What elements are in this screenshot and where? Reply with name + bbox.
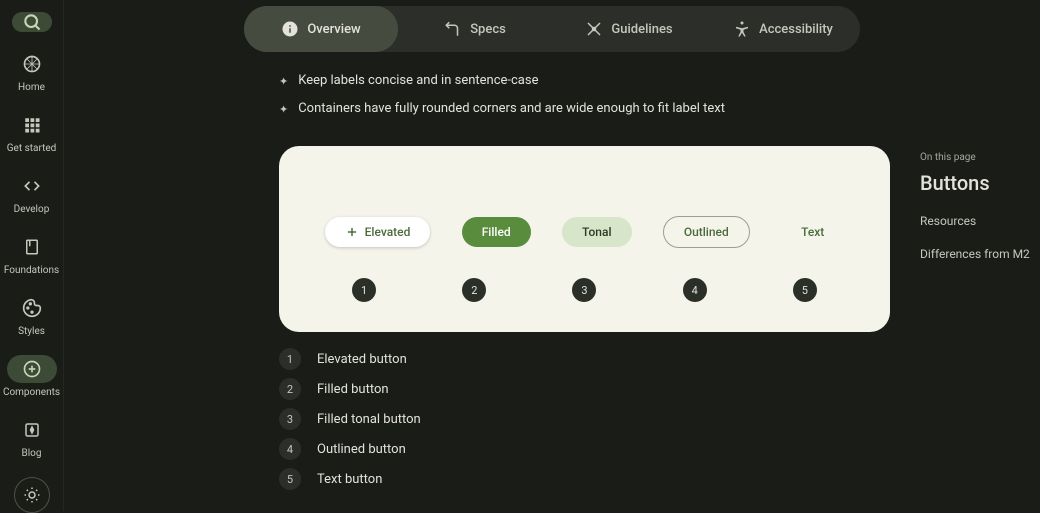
legend-text: Filled tonal button xyxy=(317,412,421,427)
sidebar-item-label: Styles xyxy=(18,326,45,337)
example-button-row: Elevated Filled Tonal Outlined Text xyxy=(309,216,860,248)
tab-overview[interactable]: Overview xyxy=(244,6,398,52)
pages-icon xyxy=(20,418,44,442)
toc-title: Buttons xyxy=(920,171,1030,195)
tab-label: Guidelines xyxy=(611,22,672,37)
legend-text: Filled button xyxy=(317,382,389,397)
plus-icon xyxy=(345,225,359,239)
number-badge: 1 xyxy=(352,278,376,302)
legend-num: 4 xyxy=(279,438,301,460)
legend: 1 Elevated button 2 Filled button 3 Fill… xyxy=(279,348,890,490)
tab-specs[interactable]: Specs xyxy=(398,6,552,52)
content: ✦ Keep labels concise and in sentence-ca… xyxy=(64,52,920,511)
sidebar: Home Get started Develop Foundations Sty… xyxy=(0,0,64,511)
code-icon xyxy=(20,174,44,198)
specs-icon xyxy=(444,20,462,38)
bullet-item: ✦ Keep labels concise and in sentence-ca… xyxy=(279,72,890,90)
sidebar-item-get-started[interactable]: Get started xyxy=(7,111,57,154)
design-icon xyxy=(585,20,603,38)
tab-label: Accessibility xyxy=(759,22,833,37)
legend-item: 2 Filled button xyxy=(279,378,890,400)
number-badge: 3 xyxy=(572,278,596,302)
palette-icon xyxy=(20,296,44,320)
number-badge: 5 xyxy=(793,278,817,302)
toc-label: On this page xyxy=(920,152,1030,163)
toc-link-differences[interactable]: Differences from M2 xyxy=(920,246,1030,263)
legend-num: 5 xyxy=(279,468,301,490)
legend-text: Outlined button xyxy=(317,442,406,457)
button-label: Tonal xyxy=(582,225,612,239)
sidebar-item-label: Foundations xyxy=(4,265,59,276)
tab-label: Specs xyxy=(470,22,506,37)
button-label: Text xyxy=(801,225,824,239)
tonal-button-example[interactable]: Tonal xyxy=(562,217,632,247)
bullet-list: ✦ Keep labels concise and in sentence-ca… xyxy=(279,72,890,118)
example-card: Elevated Filled Tonal Outlined Text xyxy=(279,146,890,332)
table-of-contents: On this page Buttons Resources Differenc… xyxy=(920,52,1040,511)
legend-text: Elevated button xyxy=(317,352,407,367)
sidebar-item-label: Blog xyxy=(22,448,42,459)
button-label: Outlined xyxy=(684,225,729,239)
sidebar-item-label: Home xyxy=(18,82,45,93)
sidebar-item-foundations[interactable]: Foundations xyxy=(4,233,59,276)
main-area: Overview Specs Guidelines Accessibility … xyxy=(64,0,1040,511)
sidebar-item-blog[interactable]: Blog xyxy=(7,416,57,459)
toc-link-resources[interactable]: Resources xyxy=(920,213,1030,230)
theme-toggle[interactable] xyxy=(14,477,50,513)
sidebar-item-label: Develop xyxy=(14,204,50,215)
search-button[interactable] xyxy=(12,12,52,32)
tabs: Overview Specs Guidelines Accessibility xyxy=(244,6,860,52)
bullet-marker: ✦ xyxy=(279,74,288,89)
outlined-button-example[interactable]: Outlined xyxy=(663,216,750,248)
search-icon xyxy=(22,12,42,32)
sidebar-item-label: Get started xyxy=(7,143,57,154)
legend-item: 4 Outlined button xyxy=(279,438,890,460)
tab-label: Overview xyxy=(307,22,360,37)
sidebar-item-label: Components xyxy=(3,387,60,398)
apps-icon xyxy=(20,113,44,137)
filled-button-example[interactable]: Filled xyxy=(462,217,531,247)
accessibility-icon xyxy=(733,20,751,38)
button-label: Filled xyxy=(482,225,511,239)
number-row: 1 2 3 4 5 xyxy=(309,278,860,302)
home-icon xyxy=(20,52,44,76)
number-badge: 2 xyxy=(462,278,486,302)
sun-icon xyxy=(23,486,41,504)
number-badge: 4 xyxy=(683,278,707,302)
sidebar-item-styles[interactable]: Styles xyxy=(7,294,57,337)
book-icon xyxy=(20,235,44,259)
sidebar-item-components[interactable]: Components xyxy=(3,355,60,398)
legend-item: 5 Text button xyxy=(279,468,890,490)
text-button-example[interactable]: Text xyxy=(781,217,844,247)
legend-text: Text button xyxy=(317,472,382,487)
legend-num: 2 xyxy=(279,378,301,400)
legend-num: 3 xyxy=(279,408,301,430)
legend-item: 3 Filled tonal button xyxy=(279,408,890,430)
legend-num: 1 xyxy=(279,348,301,370)
info-icon xyxy=(281,20,299,38)
sidebar-item-develop[interactable]: Develop xyxy=(7,172,57,215)
bullet-text: Containers have fully rounded corners an… xyxy=(298,100,725,118)
legend-item: 1 Elevated button xyxy=(279,348,890,370)
tab-guidelines[interactable]: Guidelines xyxy=(552,6,706,52)
bullet-item: ✦ Containers have fully rounded corners … xyxy=(279,100,890,118)
bullet-marker: ✦ xyxy=(279,102,288,117)
sidebar-item-home[interactable]: Home xyxy=(7,50,57,93)
tab-accessibility[interactable]: Accessibility xyxy=(706,6,860,52)
add-circle-icon xyxy=(20,357,44,381)
elevated-button-example[interactable]: Elevated xyxy=(325,217,431,247)
bullet-text: Keep labels concise and in sentence-case xyxy=(298,72,538,90)
button-label: Elevated xyxy=(365,225,411,239)
